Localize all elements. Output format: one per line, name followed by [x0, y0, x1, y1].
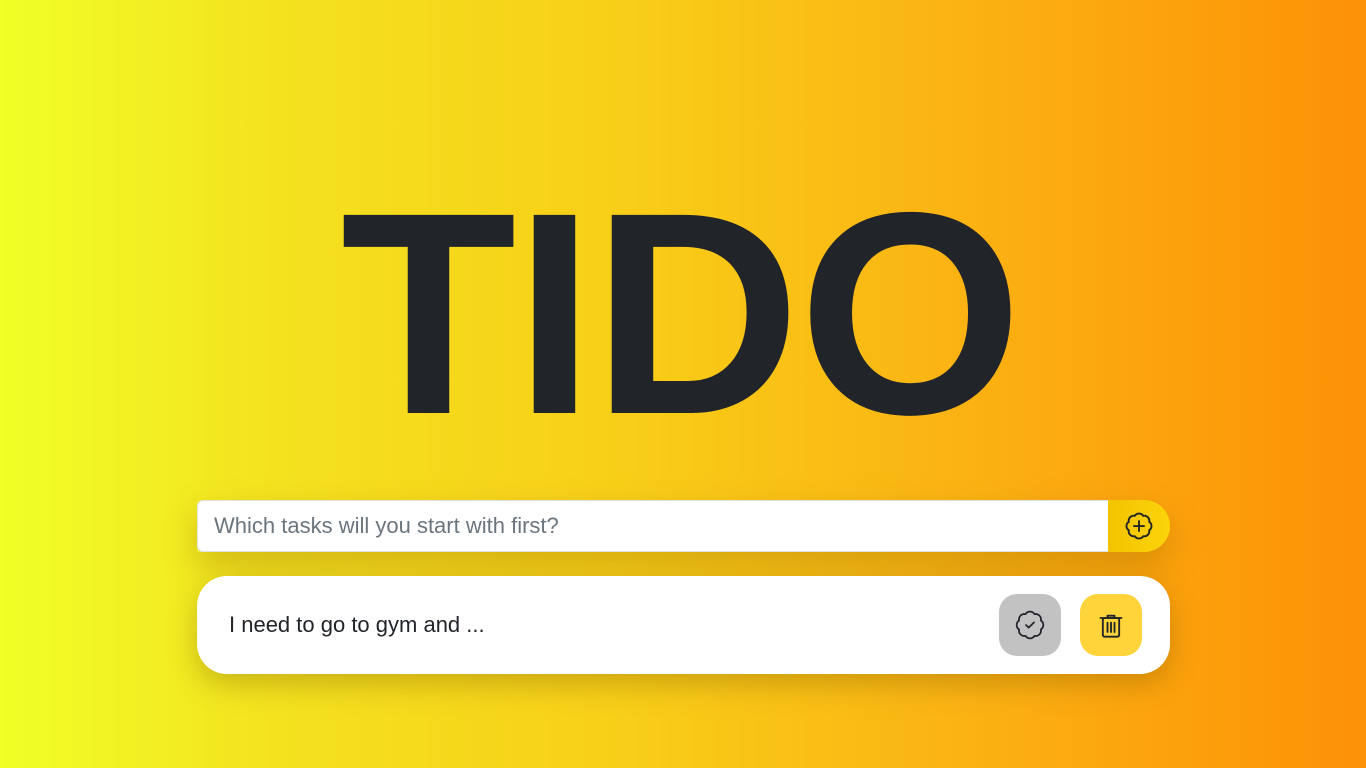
badge-check-icon: [1014, 609, 1046, 641]
complete-task-button[interactable]: [999, 594, 1061, 656]
new-task-input[interactable]: [197, 500, 1108, 552]
delete-task-button[interactable]: [1080, 594, 1142, 656]
new-task-form: [197, 500, 1170, 552]
task-item: I need to go to gym and ...: [197, 576, 1170, 674]
badge-plus-icon: [1124, 511, 1154, 541]
app-title: TIDO: [340, 153, 1023, 475]
task-text: I need to go to gym and ...: [229, 612, 485, 637]
add-task-button[interactable]: [1108, 500, 1170, 552]
trash-icon: [1097, 610, 1125, 640]
